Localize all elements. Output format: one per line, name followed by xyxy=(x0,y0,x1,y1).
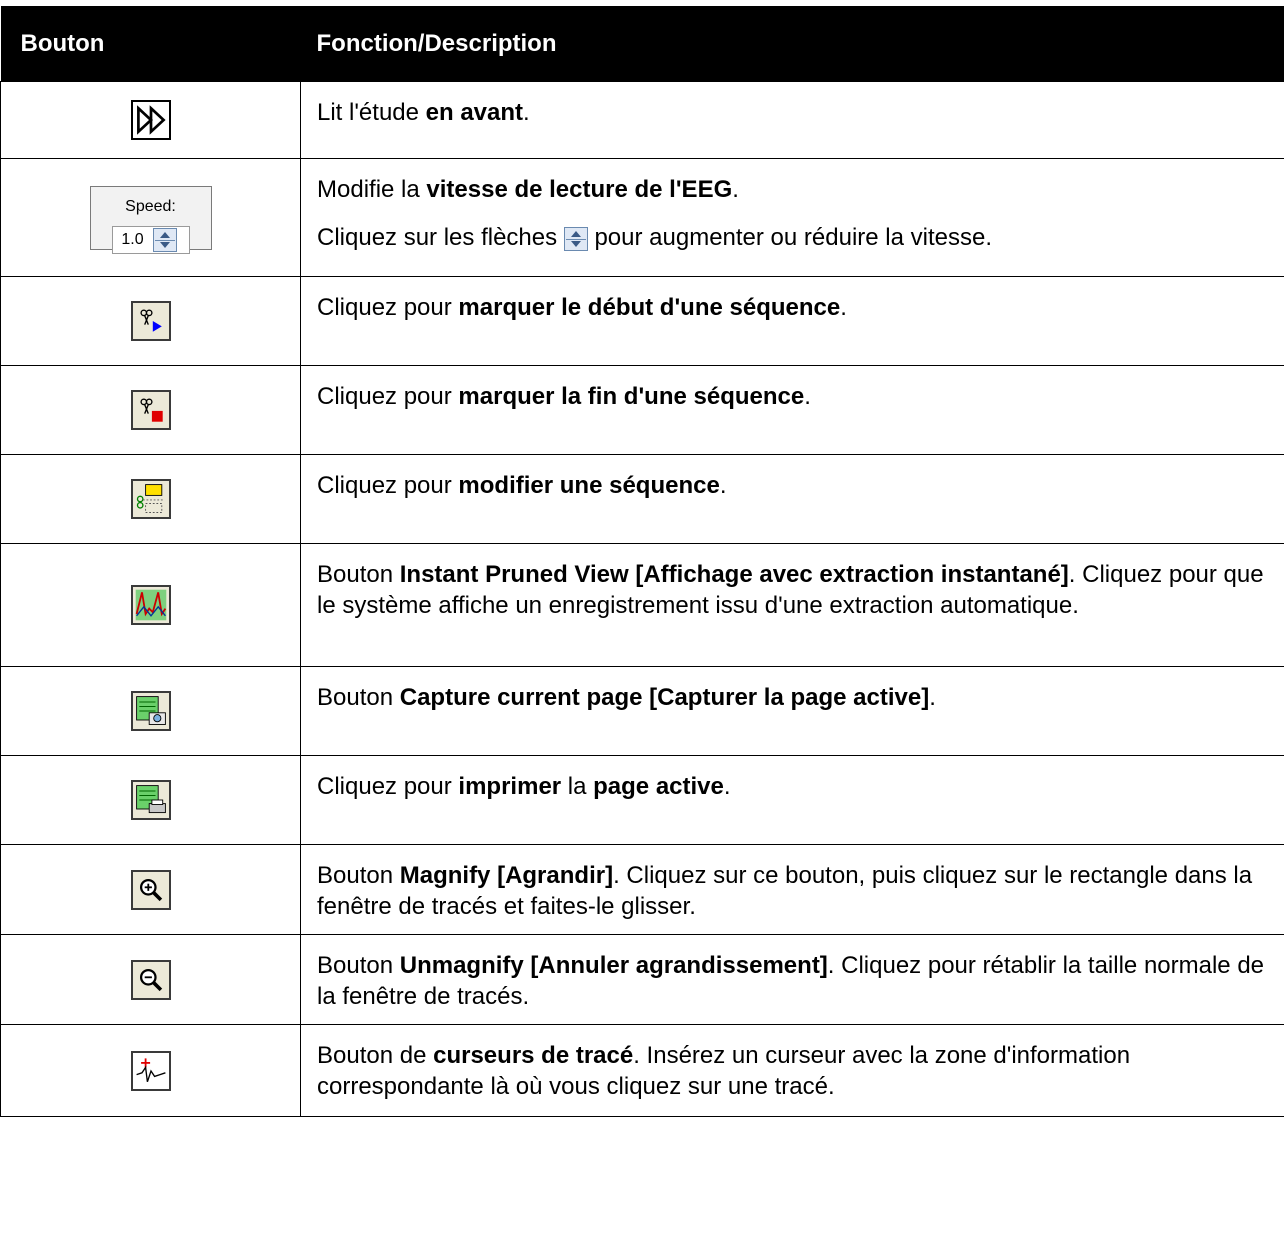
row-description: Lit l'étude en avant. xyxy=(301,82,1284,159)
table-row: Cliquez pour marquer la fin d'une séquen… xyxy=(1,366,1284,455)
row-description: Bouton Unmagnify [Annuler agrandissement… xyxy=(301,935,1284,1025)
row-description: Cliquez pour marquer le début d'une séqu… xyxy=(301,277,1284,366)
speed-label: Speed: xyxy=(125,191,176,222)
magnify-icon[interactable] xyxy=(131,870,171,910)
speed-arrows-icon[interactable] xyxy=(153,228,177,252)
table-row: Bouton Capture current page [Capturer la… xyxy=(1,667,1284,756)
header-description: Fonction/Description xyxy=(301,6,1284,82)
table-row: Bouton Magnify [Agrandir]. Cliquez sur c… xyxy=(1,845,1284,935)
table-row: Cliquez pour imprimer la page active. xyxy=(1,756,1284,845)
speed-value[interactable]: 1.0 xyxy=(113,224,153,255)
capture-page-icon[interactable] xyxy=(131,691,171,731)
unmagnify-icon[interactable] xyxy=(131,960,171,1000)
mark-sequence-end-icon[interactable] xyxy=(131,390,171,430)
mark-sequence-start-icon[interactable] xyxy=(131,301,171,341)
row-description: Bouton Capture current page [Capturer la… xyxy=(301,667,1284,756)
speed-spinner-control[interactable]: Speed: 1.0 xyxy=(90,186,212,250)
row-description: Bouton Magnify [Agrandir]. Cliquez sur c… xyxy=(301,845,1284,935)
table-row: Cliquez pour modifier une séquence. xyxy=(1,455,1284,544)
row-description: Bouton Instant Pruned View [Affichage av… xyxy=(301,544,1284,667)
row-description: Bouton de curseurs de tracé. Insérez un … xyxy=(301,1025,1284,1117)
instant-pruned-view-icon[interactable] xyxy=(131,585,171,625)
button-description-table: Bouton Fonction/Description Lit l'étude … xyxy=(0,6,1284,1117)
row-description: Cliquez pour marquer la fin d'une séquen… xyxy=(301,366,1284,455)
header-button: Bouton xyxy=(1,6,301,82)
table-row: Speed: 1.0 Modifie la vitesse de lecture… xyxy=(1,159,1284,277)
table-row: Bouton Unmagnify [Annuler agrandissement… xyxy=(1,935,1284,1025)
table-row: Bouton Instant Pruned View [Affichage av… xyxy=(1,544,1284,667)
row-description: Modifie la vitesse de lecture de l'EEG. … xyxy=(301,159,1284,277)
play-forward-icon[interactable] xyxy=(131,100,171,140)
table-row: Lit l'étude en avant. xyxy=(1,82,1284,159)
print-page-icon[interactable] xyxy=(131,780,171,820)
row-description: Cliquez pour modifier une séquence. xyxy=(301,455,1284,544)
table-row: Bouton de curseurs de tracé. Insérez un … xyxy=(1,1025,1284,1117)
table-row: Cliquez pour marquer le début d'une séqu… xyxy=(1,277,1284,366)
row-description: Cliquez pour imprimer la page active. xyxy=(301,756,1284,845)
trace-cursor-icon[interactable] xyxy=(131,1051,171,1091)
edit-sequence-icon[interactable] xyxy=(131,479,171,519)
up-down-arrows-icon xyxy=(564,227,588,251)
